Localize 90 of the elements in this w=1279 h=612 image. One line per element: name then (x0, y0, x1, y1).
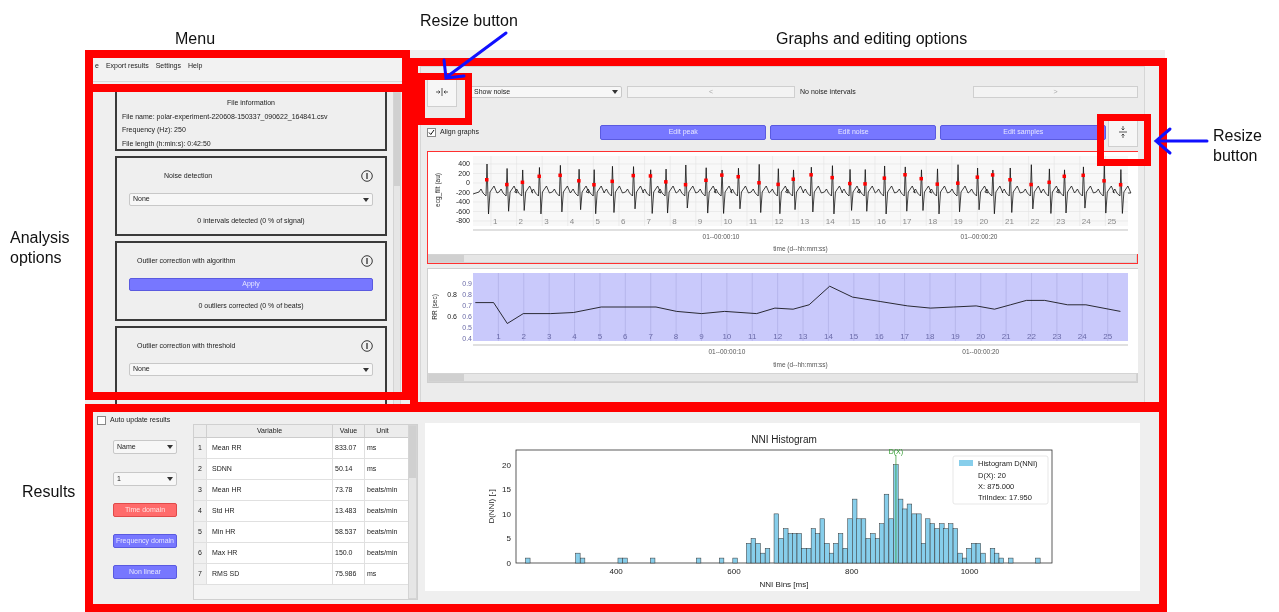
annotation-label: Analysis options (10, 228, 71, 268)
tick-label: 19 (950, 332, 960, 341)
grid-label: 2 (518, 217, 524, 226)
axis-label: D(NNI) [-] (487, 489, 496, 524)
tick-label: 600 (727, 567, 741, 576)
tick-label: 22 (1027, 332, 1036, 341)
chart-title: NNI Histogram (751, 434, 817, 445)
grid-label: 14 (825, 217, 835, 226)
tick-label: 0 (506, 559, 511, 568)
resize-vertical-icon (1119, 126, 1128, 138)
grid-label: 11 (749, 217, 758, 226)
tick-label: 400 (609, 567, 623, 576)
grid-label: 5 (595, 217, 600, 226)
info-icon[interactable] (361, 255, 373, 267)
resize-horizontal-icon (436, 88, 448, 96)
tick-label: 5 (506, 534, 511, 544)
caret-icon (612, 90, 618, 94)
grid-label: 13 (800, 217, 810, 226)
caret-icon (167, 477, 173, 481)
grid-label: 17 (902, 217, 912, 226)
grid-label: 12 (774, 217, 784, 226)
grid-label: 6 (621, 217, 626, 226)
tick-label: 24 (1077, 332, 1087, 341)
tick-label: 18 (925, 332, 935, 341)
tick-label: 17 (900, 332, 910, 341)
checkbox[interactable] (97, 415, 106, 425)
grid-label: 18 (928, 217, 938, 226)
grid-label: 20 (979, 217, 989, 226)
tick-label: 4 (572, 332, 577, 341)
tick-label: 10 (722, 332, 732, 341)
scrollbar[interactable] (428, 254, 1137, 263)
annotation-label: Graphs and editing options (776, 29, 968, 49)
axis-label: NNI Bins [ms] (759, 580, 809, 589)
tick-label: 14 (823, 332, 833, 341)
scrollbar[interactable] (428, 373, 1137, 382)
grid-label: 21 (1005, 217, 1014, 226)
scrollbar[interactable] (393, 92, 401, 405)
grid-label: 7 (646, 217, 652, 226)
tick-label: 6 (623, 332, 628, 341)
checkbox[interactable] (427, 127, 436, 137)
annotation-label: Results (22, 482, 76, 502)
grid-label: 24 (1081, 217, 1091, 226)
tick-label: 2 (521, 332, 526, 341)
annotation-label: Menu (175, 29, 216, 49)
ecg-trace-drawing[interactable] (472, 155, 1132, 227)
highlight-frame (1097, 114, 1151, 166)
caret-icon (363, 367, 369, 372)
annotation-label: Resize button (1213, 126, 1263, 166)
tick-label: 3 (546, 332, 552, 341)
tick-label: 8 (673, 332, 679, 341)
tick-label: 800 (845, 567, 859, 576)
grid-label: 3 (544, 217, 549, 226)
annotation-arrow (1152, 126, 1210, 156)
info-icon[interactable] (361, 340, 373, 352)
check-icon (428, 128, 435, 136)
tick-label: 5 (597, 332, 603, 341)
grid-label: 25 (1107, 217, 1117, 226)
caret-icon (167, 445, 173, 449)
grid-label: 15 (851, 217, 861, 226)
grid-label: 10 (723, 217, 733, 226)
grid-label: 1 (493, 217, 498, 226)
tick-label: 13 (798, 332, 808, 341)
grid-label: 23 (1056, 217, 1066, 226)
tick-label: 15 (849, 332, 859, 341)
tick-label: 1000 (960, 567, 979, 576)
grid-label: 22 (1030, 217, 1040, 226)
tick-label: 12 (773, 332, 783, 341)
caret-icon (363, 197, 369, 202)
tick-label: 20 (976, 332, 986, 341)
info-icon[interactable] (361, 170, 373, 182)
grid-label: 16 (877, 217, 886, 226)
tick-label: 10 (502, 509, 511, 519)
highlight-frame (418, 73, 472, 125)
tick-label: 9 (699, 332, 704, 341)
tick-label: 15 (502, 485, 511, 495)
grid-label: 4 (569, 217, 575, 226)
grid-label: 19 (953, 217, 963, 226)
legend-swatch (959, 460, 973, 466)
tick-label: 20 (502, 460, 511, 470)
tick-label: 23 (1052, 332, 1062, 341)
annotation-label: Resize button (420, 11, 518, 31)
tick-label: 25 (1103, 332, 1113, 341)
tick-label: 21 (1001, 332, 1011, 341)
scrollbar[interactable] (408, 425, 417, 599)
tick-label: 11 (748, 332, 757, 341)
tick-label: 7 (648, 332, 653, 341)
tick-label: 1 (496, 332, 501, 341)
tick-label: 16 (874, 332, 884, 341)
grid-label: 8 (672, 217, 677, 226)
grid-label: 9 (697, 217, 703, 226)
